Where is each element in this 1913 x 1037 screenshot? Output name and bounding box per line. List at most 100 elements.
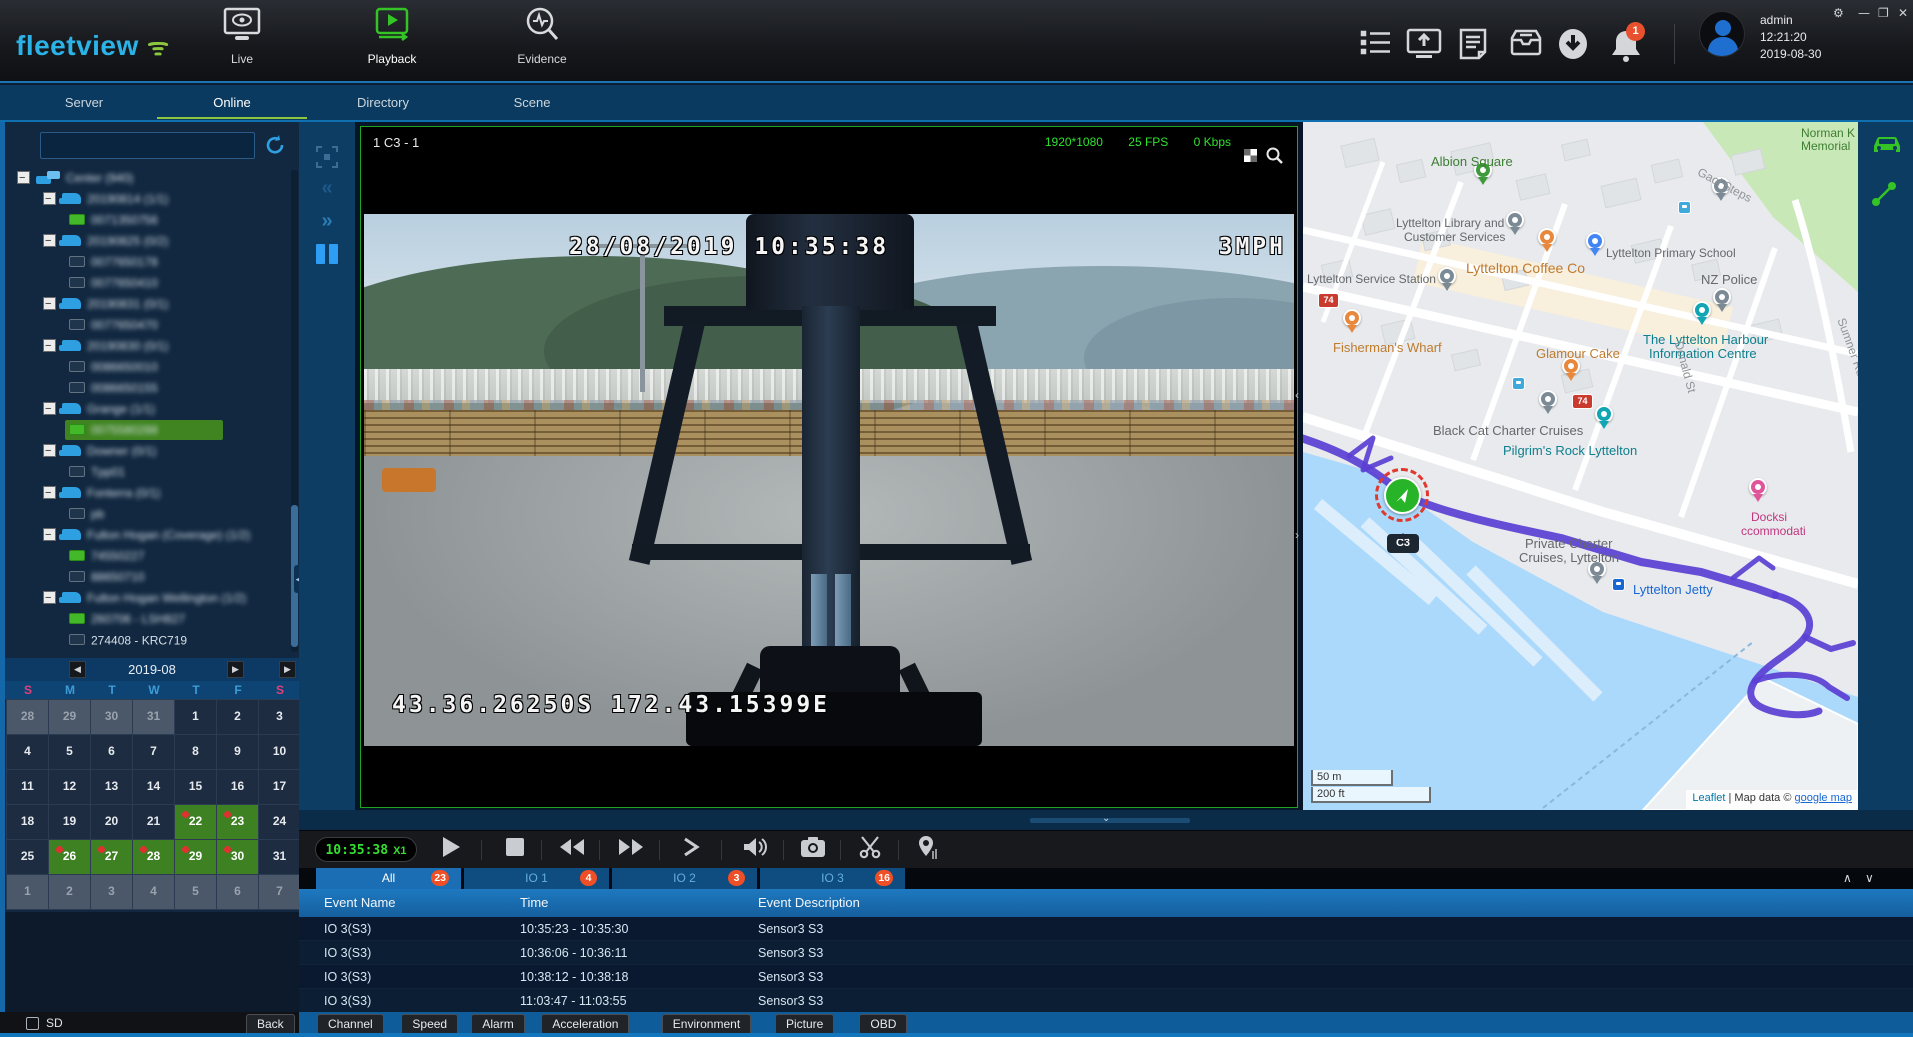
leaflet-link[interactable]: Leaflet — [1692, 792, 1725, 804]
picture-button[interactable]: Picture — [775, 1014, 834, 1035]
calendar-day[interactable]: 8 — [175, 735, 216, 769]
tree-group-item[interactable]: Downer (0/1) — [9, 441, 287, 462]
fast-forward-icon[interactable] — [614, 835, 648, 865]
maximize-icon[interactable]: ❐ — [1878, 6, 1889, 20]
export-screen-icon[interactable] — [1406, 28, 1440, 60]
event-table-row[interactable]: IO 3(S3)11:03:47 - 11:03:55Sensor3 S3 — [299, 989, 1913, 1012]
calendar-day[interactable]: 14 — [133, 770, 174, 804]
calendar-day[interactable]: 13 — [91, 770, 132, 804]
collapse-panel-icon[interactable]: ⌄ — [1102, 813, 1110, 824]
environment-button[interactable]: Environment — [662, 1014, 751, 1035]
tree-group-item[interactable]: 20190825 (0/2) — [9, 231, 287, 252]
tree-device-item[interactable]: 0077650470 — [9, 315, 287, 336]
calendar-day-with-recording[interactable]: 22 — [175, 805, 216, 839]
quality-toggle-icon[interactable] — [1244, 149, 1257, 162]
acceleration-button[interactable]: Acceleration — [541, 1014, 629, 1035]
calendar-day[interactable]: 1 — [175, 700, 216, 734]
tree-expander-icon[interactable] — [43, 339, 56, 352]
back-button[interactable]: Back — [246, 1014, 295, 1035]
video-tile[interactable]: 1 C3 - 1 1920*1080 25 FPS 0 Kbps — [360, 126, 1298, 808]
tab-server[interactable]: Server — [9, 85, 159, 120]
tab-directory[interactable]: Directory — [308, 85, 458, 120]
tree-expander-icon[interactable] — [43, 402, 56, 415]
collapse-left-icon[interactable]: « — [313, 177, 341, 200]
splitter-right-icon[interactable]: › — [1295, 528, 1299, 542]
route-74-badge[interactable]: 74 — [1318, 293, 1339, 308]
list-icon[interactable] — [1360, 28, 1394, 60]
tab-scene[interactable]: Scene — [457, 85, 607, 120]
nav-playback[interactable]: Playback — [337, 6, 447, 66]
tree-expander-icon[interactable] — [43, 591, 56, 604]
event-table-row[interactable]: IO 3(S3)10:38:12 - 10:38:18Sensor3 S3 — [299, 965, 1913, 989]
calendar-day[interactable]: 15 — [175, 770, 216, 804]
vehicle-marker[interactable] — [1384, 477, 1421, 514]
tree-expander-icon[interactable] — [43, 234, 56, 247]
splitter-left-icon[interactable]: ‹ — [1295, 388, 1299, 402]
transit-icon[interactable] — [1678, 201, 1691, 214]
castle-pin[interactable] — [1595, 405, 1613, 423]
map-pane[interactable]: Norman KMemorialAlbion SquareLyttelton L… — [1303, 122, 1858, 810]
tree-expander-icon[interactable] — [17, 171, 30, 184]
tree-expander-icon[interactable] — [43, 444, 56, 457]
step-forward-icon[interactable] — [674, 835, 708, 865]
calendar-day[interactable]: 9 — [217, 735, 258, 769]
calendar-day[interactable]: 20 — [91, 805, 132, 839]
event-tab-all[interactable]: All23 — [316, 868, 461, 889]
calendar-day[interactable]: 31 — [259, 840, 300, 874]
calendar-day[interactable]: 1 — [7, 875, 48, 909]
scroll-up-icon[interactable]: ∧ — [1843, 871, 1852, 885]
calendar-day[interactable]: 4 — [133, 875, 174, 909]
speed-button[interactable]: Speed — [401, 1014, 458, 1035]
log-icon[interactable] — [1458, 28, 1492, 60]
tree-expander-icon[interactable] — [43, 528, 56, 541]
event-table-row[interactable]: IO 3(S3)10:35:23 - 10:35:30Sensor3 S3 — [299, 917, 1913, 941]
tree-device-item[interactable]: 0086650155 — [9, 378, 287, 399]
fullscreen-icon[interactable] — [313, 146, 341, 173]
tree-group-item[interactable]: Center (940) — [9, 168, 287, 189]
tree-expander-icon[interactable] — [43, 297, 56, 310]
inbox-icon[interactable] — [1508, 28, 1542, 60]
nav-evidence[interactable]: Evidence — [487, 6, 597, 66]
calendar-day-with-recording[interactable]: 29 — [175, 840, 216, 874]
tree-group-item[interactable]: 20190814 (1/1) — [9, 189, 287, 210]
calendar-day-with-recording[interactable]: 28 — [133, 840, 174, 874]
tree-group-item[interactable]: 20190830 (0/1) — [9, 336, 287, 357]
download-icon[interactable] — [1556, 28, 1590, 60]
calendar-day-with-recording[interactable]: 23 — [217, 805, 258, 839]
calendar-prev-button[interactable]: ◀ — [69, 661, 86, 678]
snapshot-icon[interactable] — [796, 835, 830, 865]
event-table-row[interactable]: IO 3(S3)10:36:06 - 10:36:11Sensor3 S3 — [299, 941, 1913, 965]
calendar-day[interactable]: 29 — [49, 700, 90, 734]
grocery-pin[interactable] — [1586, 232, 1604, 250]
attraction-pin[interactable] — [1693, 301, 1711, 319]
police-pin[interactable] — [1713, 288, 1731, 306]
volume-icon[interactable] — [738, 835, 772, 865]
track-link-icon[interactable] — [1870, 180, 1898, 213]
cafe-pin[interactable] — [1538, 228, 1556, 246]
tree-device-item[interactable]: 74550227 — [9, 546, 287, 567]
scroll-down-icon[interactable]: ∨ — [1865, 871, 1874, 885]
tree-device-item[interactable]: 0086650010 — [9, 357, 287, 378]
tree-group-item[interactable]: Fonterra (0/1) — [9, 483, 287, 504]
calendar-day[interactable]: 18 — [7, 805, 48, 839]
lodging-pin[interactable] — [1749, 478, 1767, 496]
rewind-icon[interactable] — [555, 835, 589, 865]
google-map-link[interactable]: google map — [1795, 792, 1853, 804]
tree-device-item[interactable]: 0077650410 — [9, 273, 287, 294]
stop-icon[interactable] — [498, 835, 532, 865]
tree-device-item[interactable]: 0077650178 — [9, 252, 287, 273]
tree-device-item[interactable]: 274408 - KRC719 — [9, 630, 287, 651]
tree-device-item[interactable]: 0071350756 — [9, 210, 287, 231]
calendar-day[interactable]: 21 — [133, 805, 174, 839]
pause-icon[interactable] — [313, 244, 341, 269]
calendar-day[interactable]: 3 — [91, 875, 132, 909]
cruise-pin[interactable] — [1539, 390, 1557, 408]
calendar-day-with-recording[interactable]: 30 — [217, 840, 258, 874]
tree-expander-icon[interactable] — [43, 486, 56, 499]
tree-group-item[interactable]: Fulton Hogan Wellington (1/2) — [9, 588, 287, 609]
calendar-day[interactable]: 10 — [259, 735, 300, 769]
calendar-day[interactable]: 16 — [217, 770, 258, 804]
nav-live[interactable]: Live — [187, 6, 297, 66]
calendar-day[interactable]: 25 — [7, 840, 48, 874]
tree-device-item[interactable]: pb — [9, 504, 287, 525]
